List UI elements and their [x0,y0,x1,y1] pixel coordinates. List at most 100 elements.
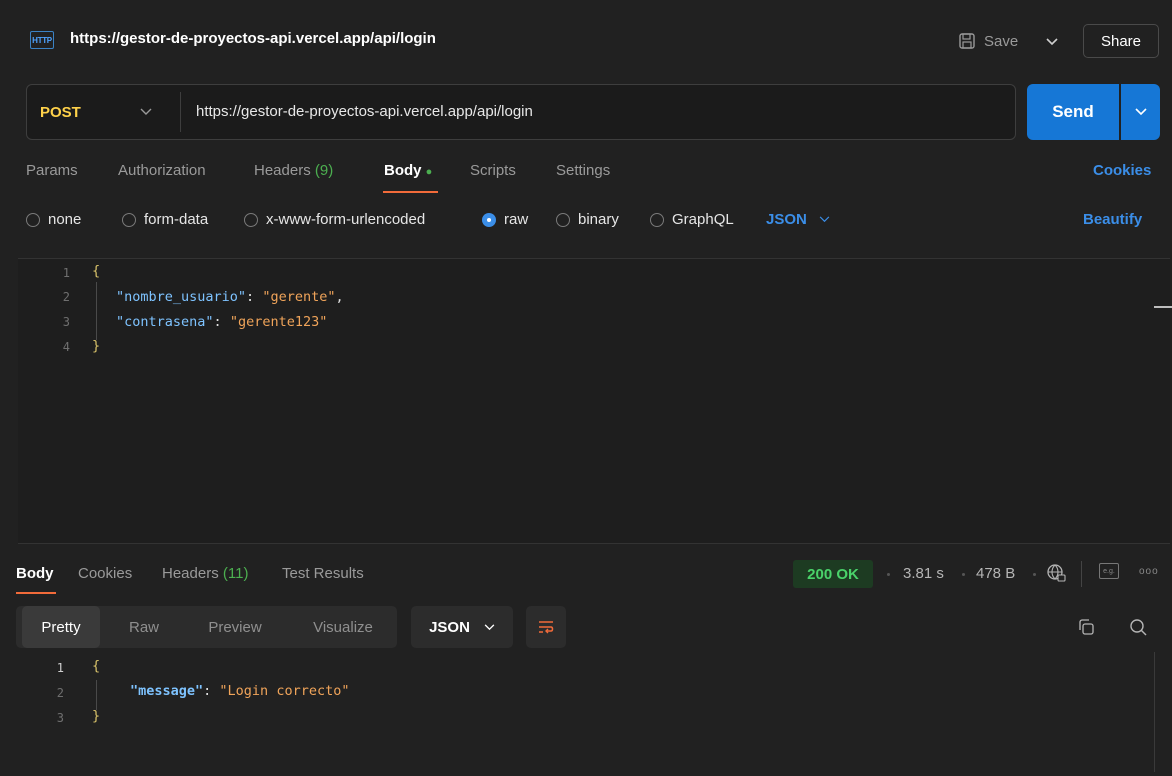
radio-circle-icon [122,212,136,227]
indent-guide [96,680,97,710]
code-close-brace: } [92,708,101,724]
json-value: "Login correcto" [219,683,350,699]
json-key: "nombre_usuario" [116,289,247,305]
separator-dot [1033,573,1036,576]
tab-settings[interactable]: Settings [556,162,610,179]
send-options-chevron-down-icon[interactable] [1121,84,1160,140]
radio-none[interactable]: none [26,211,81,228]
separator-dot [962,573,965,576]
status-badge[interactable]: 200 OK [793,560,873,588]
response-headers-count: (11) [222,565,249,582]
radio-label: form-data [144,211,209,228]
request-title[interactable]: https://gestor-de-proyectos-api.vercel.a… [70,30,436,47]
wrap-icon [539,621,554,634]
line-number: 1 [62,266,70,280]
radio-form-data[interactable]: form-data [122,211,208,228]
radio-label: x-www-form-urlencoded [266,211,426,228]
line-number: 4 [62,340,70,354]
code-open-brace: { [92,263,101,279]
chevron-down-icon[interactable] [140,103,152,119]
line-number: 2 [62,290,70,304]
scrollbar[interactable] [1154,652,1155,772]
line-number: 3 [62,315,70,329]
json-value: "gerente123" [229,314,328,330]
json-key: "message" [130,683,204,699]
save-label: Save [984,32,1019,50]
wrap-toggle[interactable] [526,606,566,648]
response-size[interactable]: 478 B [976,565,1015,582]
copy-icon[interactable] [1077,618,1095,639]
view-visualize[interactable]: Visualize [294,606,392,648]
share-button[interactable]: Share [1083,24,1159,58]
radio-raw[interactable]: raw [482,211,528,228]
radio-circle-icon [244,212,258,227]
response-format-label: JSON [429,618,470,636]
view-raw[interactable]: Raw [112,606,176,648]
headers-count: (9) [314,162,334,179]
radio-graphql[interactable]: GraphQL [650,211,734,228]
response-tab-headers[interactable]: Headers (11) [162,565,248,582]
indent-guide [96,282,97,340]
code-close-brace: } [92,338,101,354]
response-body-viewer[interactable] [18,652,1170,776]
radio-binary[interactable]: binary [556,211,619,228]
tab-authorization[interactable]: Authorization [118,162,206,179]
tab-headers[interactable]: Headers (9) [254,162,333,179]
http-icon: HTTP [30,31,54,49]
tab-params[interactable]: Params [26,162,78,179]
radio-label: GraphQL [672,211,734,228]
code-line: "contrasena": "gerente123" [116,314,328,330]
scrollbar-thumb[interactable] [1154,306,1172,308]
globe-icon[interactable] [1046,563,1066,586]
view-preview[interactable]: Preview [190,606,280,648]
json-key: "contrasena" [116,314,214,330]
method-label: POST [40,103,81,121]
url-input[interactable]: https://gestor-de-proyectos-api.vercel.a… [196,103,533,120]
radio-circle-icon [26,212,40,227]
tab-body-label: Body [384,162,422,179]
chevron-down-icon [484,623,495,630]
radio-urlencoded[interactable]: x-www-form-urlencoded [244,211,425,228]
response-format-select[interactable]: JSON [411,606,513,648]
separator-dot [887,573,890,576]
json-value: "gerente" [262,289,336,305]
cookies-link[interactable]: Cookies [1093,162,1151,179]
more-icon[interactable]: ooo [1139,566,1159,577]
active-tab-indicator [383,191,438,193]
line-number: 2 [56,686,64,700]
active-tab-indicator [16,592,56,594]
save-options-chevron-down-icon[interactable] [1040,31,1064,53]
view-pretty[interactable]: Pretty [22,606,100,648]
chevron-down-icon [819,216,830,223]
save-icon [959,33,975,49]
language-label: JSON [766,211,807,228]
save-button[interactable]: Save [958,26,1018,56]
radio-label: binary [578,211,619,228]
beautify-button[interactable]: Beautify [1083,211,1142,228]
line-number: 3 [56,711,64,725]
radio-selected-icon [482,212,496,227]
response-time[interactable]: 3.81 s [903,565,944,582]
search-icon[interactable] [1129,618,1147,639]
example-icon[interactable]: e.g. [1099,563,1119,579]
tab-scripts[interactable]: Scripts [470,162,516,179]
response-tab-body[interactable]: Body [16,565,54,582]
radio-circle-icon [556,212,570,227]
tab-headers-label: Headers [254,162,311,179]
code-line: "nombre_usuario": "gerente", [116,289,344,305]
response-tab-cookies[interactable]: Cookies [78,565,132,582]
response-tab-test-results[interactable]: Test Results [282,565,364,582]
radio-label: none [48,211,82,228]
divider [1081,561,1082,587]
radio-label: raw [504,211,529,228]
language-select[interactable]: JSON [766,211,830,228]
tab-body[interactable]: Body ● [384,162,432,179]
body-indicator-dot: ● [425,166,433,178]
send-button[interactable]: Send [1027,84,1119,140]
code-line: "message": "Login correcto" [130,683,350,699]
divider [180,92,181,132]
code-open-brace: { [92,658,101,674]
json-comma: , [335,289,344,305]
line-number: 1 [56,661,64,675]
response-tab-headers-label: Headers [162,565,219,582]
